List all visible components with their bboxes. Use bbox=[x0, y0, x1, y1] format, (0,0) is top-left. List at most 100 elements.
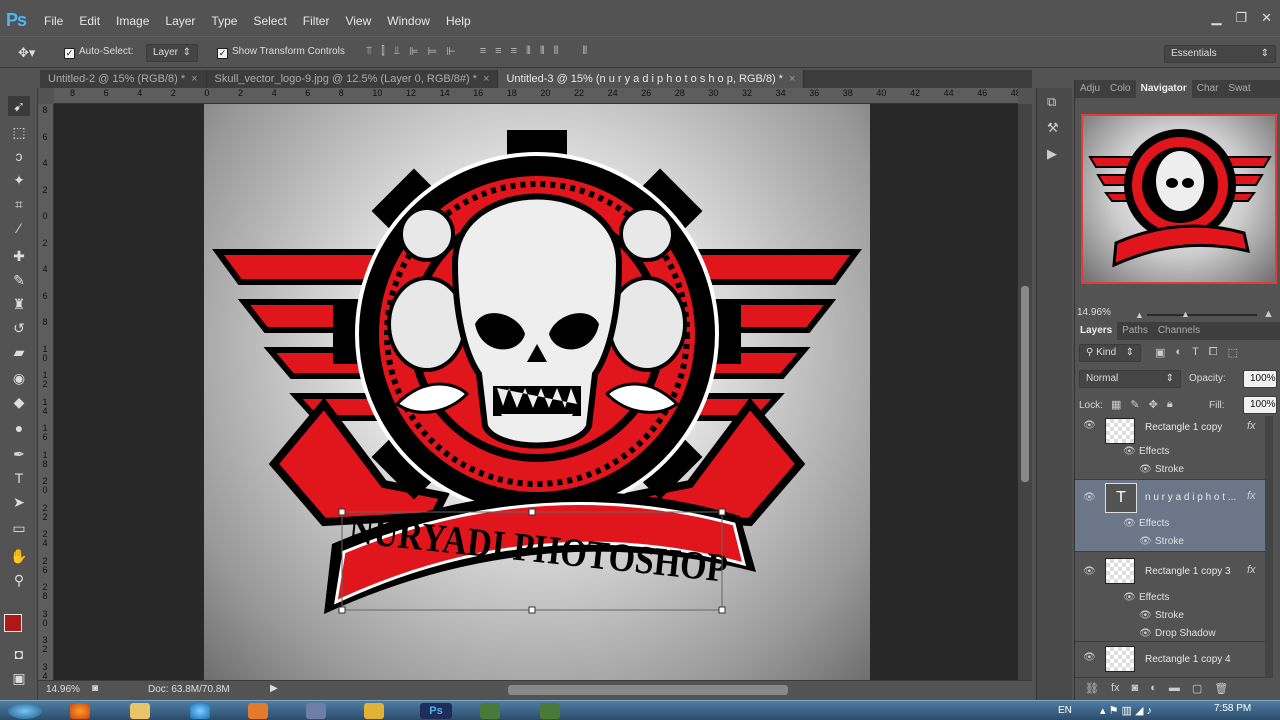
eye-icon[interactable]: 👁︎ bbox=[1123, 518, 1136, 529]
eye-icon[interactable]: 👁︎ bbox=[1083, 566, 1096, 577]
fx-icon[interactable]: fx bbox=[1247, 420, 1256, 432]
pixel-filter-icon[interactable]: ▣ bbox=[1155, 346, 1165, 359]
menu-filter[interactable]: Filter bbox=[295, 14, 338, 28]
ie-icon[interactable] bbox=[190, 703, 210, 719]
menu-help[interactable]: Help bbox=[438, 14, 479, 28]
media-player-icon[interactable] bbox=[248, 703, 268, 719]
close-tab-icon[interactable]: × bbox=[483, 73, 489, 85]
quick-mask-icon[interactable]: ◘ bbox=[8, 644, 30, 664]
layer-row[interactable]: 👁︎ Rectangle 1 copy 3 fx 👁︎ Effects 👁︎ S… bbox=[1075, 552, 1271, 642]
app-icon[interactable] bbox=[306, 703, 326, 719]
rectangle-tool-icon[interactable]: ▭ bbox=[8, 518, 30, 538]
blend-mode-dropdown[interactable]: Normal ⇕ bbox=[1079, 370, 1181, 388]
tab-paths[interactable]: Paths bbox=[1117, 322, 1153, 340]
vertical-scrollbar[interactable] bbox=[1018, 104, 1032, 680]
add-style-icon[interactable]: fx bbox=[1111, 682, 1120, 695]
eye-icon[interactable]: 👁︎ bbox=[1123, 592, 1136, 603]
magic-wand-icon[interactable]: ✦ bbox=[8, 170, 30, 190]
eyedropper-icon[interactable]: ⁄ bbox=[8, 218, 30, 238]
lasso-tool-icon[interactable]: ↄ bbox=[8, 146, 30, 166]
eye-icon[interactable]: 👁︎ bbox=[1139, 536, 1152, 547]
distribute-hcenter-icon[interactable]: ⦀ bbox=[540, 45, 545, 58]
menu-layer[interactable]: Layer bbox=[157, 14, 203, 28]
menu-edit[interactable]: Edit bbox=[71, 14, 108, 28]
stamp-tool-icon[interactable]: ♜ bbox=[8, 294, 30, 314]
opacity-field[interactable]: 100% bbox=[1243, 370, 1277, 388]
align-right-icon[interactable]: ⊩ bbox=[446, 45, 456, 58]
layer-row[interactable]: 👁︎ Rectangle 1 copy 4 bbox=[1075, 642, 1271, 678]
zoom-out-icon[interactable]: ▲ bbox=[1135, 310, 1144, 320]
foreground-color-swatch[interactable] bbox=[4, 614, 22, 632]
firefox-icon[interactable] bbox=[70, 703, 90, 719]
tab-character[interactable]: Char bbox=[1192, 80, 1224, 98]
language-indicator[interactable]: EN bbox=[1058, 705, 1072, 716]
eye-icon[interactable]: 👁︎ bbox=[1123, 446, 1136, 457]
minimize-button[interactable]: ▁ bbox=[1211, 10, 1221, 26]
delete-layer-icon[interactable]: 🗑︎ bbox=[1214, 682, 1228, 695]
explorer-icon[interactable] bbox=[130, 703, 150, 719]
tab-untitled-3[interactable]: Untitled-3 @ 15% (n u r y a d i p h o t … bbox=[498, 70, 805, 88]
distribute-top-icon[interactable]: ≡ bbox=[480, 45, 486, 58]
tab-adjustments[interactable]: Adju bbox=[1075, 80, 1105, 98]
eye-icon[interactable]: 👁︎ bbox=[1083, 492, 1096, 503]
adjustment-filter-icon[interactable]: ◐ bbox=[1175, 346, 1182, 359]
app-icon[interactable] bbox=[480, 703, 500, 719]
eraser-tool-icon[interactable]: ▰ bbox=[8, 342, 30, 362]
tab-navigator[interactable]: Navigator bbox=[1135, 80, 1192, 98]
eye-icon[interactable]: 👁︎ bbox=[1083, 420, 1096, 431]
distribute-vcenter-icon[interactable]: ≡ bbox=[495, 45, 501, 58]
menu-select[interactable]: Select bbox=[245, 14, 294, 28]
tool-presets-icon[interactable]: ⚒ bbox=[1047, 120, 1059, 136]
fx-icon[interactable]: fx bbox=[1247, 564, 1256, 576]
zoom-readout[interactable]: 14.96% bbox=[46, 684, 80, 695]
app-icon[interactable] bbox=[364, 703, 384, 719]
layer-row[interactable]: 👁︎ Rectangle 1 copy fx 👁︎ Effects 👁︎ Str… bbox=[1075, 416, 1271, 480]
horizontal-scroll-thumb[interactable] bbox=[508, 685, 788, 695]
status-menu-arrow-icon[interactable]: ▶ bbox=[270, 683, 278, 694]
marquee-tool-icon[interactable]: ⬚ bbox=[8, 122, 30, 142]
lock-all-icon[interactable]: 🔒︎ bbox=[1167, 398, 1173, 411]
link-layers-icon[interactable]: ⛓ bbox=[1085, 682, 1099, 695]
shape-filter-icon[interactable]: ⧠ bbox=[1209, 346, 1218, 359]
auto-align-icon[interactable]: ⫴ bbox=[583, 45, 588, 58]
menu-window[interactable]: Window bbox=[379, 14, 438, 28]
distribute-bottom-icon[interactable]: ≡ bbox=[511, 45, 517, 58]
menu-image[interactable]: Image bbox=[108, 14, 157, 28]
close-tab-icon[interactable]: × bbox=[191, 73, 197, 85]
eye-icon[interactable]: 👁︎ bbox=[1139, 464, 1152, 475]
new-group-icon[interactable]: ▬ bbox=[1169, 682, 1180, 695]
path-select-icon[interactable]: ➤ bbox=[8, 492, 30, 512]
document-canvas[interactable]: NURYADI PHOTOSHOP bbox=[204, 104, 870, 680]
lock-transparency-icon[interactable]: ▦ bbox=[1111, 398, 1121, 411]
fx-icon[interactable]: fx bbox=[1247, 490, 1256, 502]
zoom-in-icon[interactable]: ▲ bbox=[1263, 308, 1274, 320]
brush-tool-icon[interactable]: ✎ bbox=[8, 270, 30, 290]
align-bottom-icon[interactable]: ⫫ bbox=[394, 45, 400, 58]
actions-play-icon[interactable]: ▶ bbox=[1047, 146, 1057, 162]
menu-file[interactable]: File bbox=[36, 14, 71, 28]
dodge-tool-icon[interactable]: ● bbox=[8, 418, 30, 438]
history-brush-icon[interactable]: ↺ bbox=[8, 318, 30, 338]
close-button[interactable]: ✕ bbox=[1261, 10, 1272, 26]
paint-bucket-icon[interactable]: ◉ bbox=[8, 368, 30, 388]
crop-tool-icon[interactable]: ⌗ bbox=[8, 194, 30, 214]
move-tool-preset-icon[interactable]: ✥▾ bbox=[18, 45, 35, 61]
canvas-area[interactable]: NURYADI PHOTOSHOP bbox=[54, 104, 1018, 680]
adjustment-layer-icon[interactable]: ◐ bbox=[1150, 682, 1157, 695]
menu-type[interactable]: Type bbox=[203, 14, 245, 28]
hand-tool-icon[interactable]: ✋ bbox=[8, 546, 30, 566]
workspace-dropdown[interactable]: Essentials ⇕ bbox=[1164, 45, 1276, 63]
history-icon[interactable]: ⧉ bbox=[1047, 94, 1056, 110]
align-left-icon[interactable]: ⊫ bbox=[409, 45, 419, 58]
blur-tool-icon[interactable]: ◆ bbox=[8, 392, 30, 412]
tab-layers[interactable]: Layers bbox=[1075, 322, 1118, 340]
move-tool-icon[interactable]: ➹ bbox=[8, 96, 30, 116]
navigator-zoom[interactable]: 14.96% bbox=[1077, 307, 1111, 318]
auto-select-dropdown[interactable]: Layer ⇕ bbox=[146, 44, 198, 62]
scroll-thumb[interactable] bbox=[1021, 286, 1029, 482]
align-top-icon[interactable]: ⫪ bbox=[366, 45, 372, 58]
smart-filter-icon[interactable]: ⬚ bbox=[1228, 346, 1238, 359]
new-layer-icon[interactable]: ▢ bbox=[1192, 682, 1202, 695]
add-mask-icon[interactable]: ◙ bbox=[1132, 682, 1139, 695]
auto-select-checkbox[interactable]: ✓ Auto-Select: bbox=[64, 46, 133, 59]
